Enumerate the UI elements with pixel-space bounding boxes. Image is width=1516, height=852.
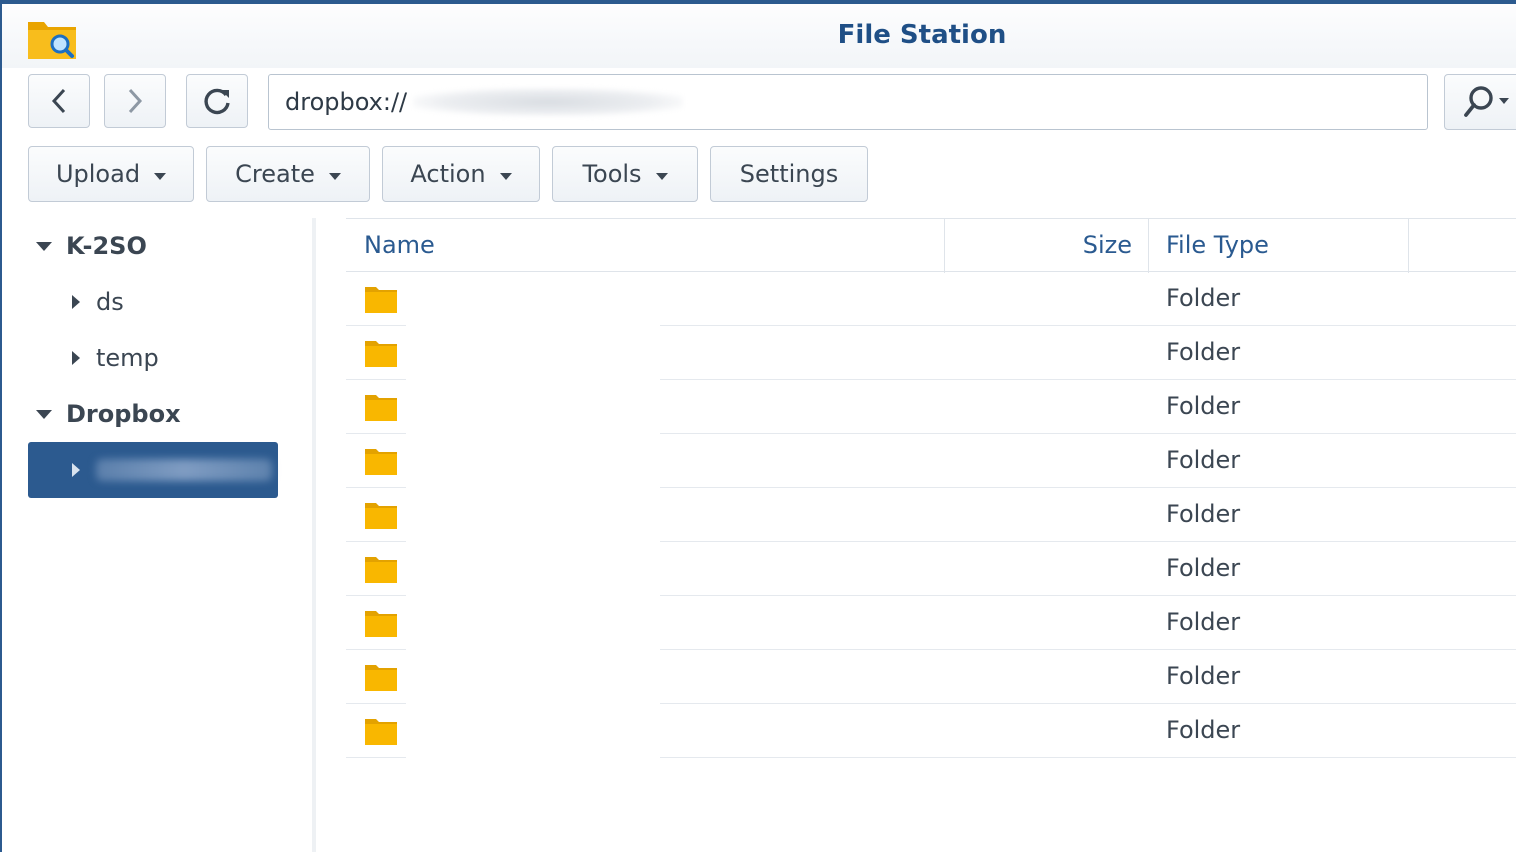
dropdown-caret-icon xyxy=(328,172,341,180)
redacted-account-label xyxy=(96,459,272,481)
tools-button[interactable]: Tools xyxy=(552,146,698,202)
column-header-file-type[interactable]: File Type xyxy=(1166,231,1269,259)
tree-node-dropbox-account[interactable] xyxy=(28,442,278,498)
redacted-file-name xyxy=(406,710,660,758)
file-list: Name Size File Type Folder Folder Folder Fo… xyxy=(346,218,1516,852)
file-type-cell: Folder xyxy=(1166,662,1241,690)
expand-triangle-icon[interactable] xyxy=(36,409,52,419)
column-divider[interactable] xyxy=(1148,219,1149,273)
table-row[interactable]: Folder xyxy=(346,380,1516,434)
folder-icon xyxy=(365,719,397,745)
file-type-cell: Folder xyxy=(1166,446,1241,474)
dropdown-caret-icon xyxy=(154,172,167,180)
file-type-cell: Folder xyxy=(1166,500,1241,528)
window-title: File Station xyxy=(837,20,1007,50)
tools-label: Tools xyxy=(582,160,642,188)
folder-icon xyxy=(365,503,397,529)
collapsed-triangle-icon[interactable] xyxy=(72,351,80,365)
file-type-cell: Folder xyxy=(1166,554,1241,582)
title-bar: File Station xyxy=(2,4,1516,68)
redacted-file-name xyxy=(406,440,660,488)
folder-icon xyxy=(365,611,397,637)
table-row[interactable]: Folder xyxy=(346,434,1516,488)
redacted-file-name xyxy=(406,278,660,326)
action-button[interactable]: Action xyxy=(382,146,540,202)
dropdown-caret-icon xyxy=(499,172,512,180)
folder-icon xyxy=(365,557,397,583)
file-list-header: Name Size File Type xyxy=(346,218,1516,273)
redacted-file-name xyxy=(406,332,660,380)
table-row[interactable]: Folder xyxy=(346,596,1516,650)
address-path: dropbox:// xyxy=(285,88,408,116)
chevron-left-icon xyxy=(51,88,66,114)
file-type-cell: Folder xyxy=(1166,608,1241,636)
column-divider[interactable] xyxy=(944,219,945,273)
sidebar-tree: K-2SO ds temp Dropbox xyxy=(2,218,312,852)
file-type-cell: Folder xyxy=(1166,716,1241,744)
back-button[interactable] xyxy=(28,74,90,128)
table-row[interactable]: Folder xyxy=(346,488,1516,542)
tree-node-temp[interactable]: temp xyxy=(2,330,292,386)
redacted-account xyxy=(413,88,684,116)
file-type-cell: Folder xyxy=(1166,392,1241,420)
column-header-name[interactable]: Name xyxy=(364,231,435,259)
search-button[interactable] xyxy=(1444,74,1516,130)
create-button[interactable]: Create xyxy=(206,146,370,202)
collapsed-triangle-icon[interactable] xyxy=(72,463,80,477)
table-row[interactable]: Folder xyxy=(346,326,1516,380)
upload-button[interactable]: Upload xyxy=(28,146,194,202)
folder-icon xyxy=(365,665,397,691)
table-row[interactable]: Folder xyxy=(346,542,1516,596)
tree-node-label: ds xyxy=(96,288,124,316)
refresh-button[interactable] xyxy=(186,74,248,128)
folder-icon xyxy=(365,287,397,313)
dropdown-caret-icon xyxy=(655,172,668,180)
redacted-file-name xyxy=(406,494,660,542)
tree-node-k2so[interactable]: K-2SO xyxy=(2,218,292,274)
tree-node-label: K-2SO xyxy=(66,232,147,260)
folder-icon xyxy=(365,341,397,367)
create-label: Create xyxy=(235,160,315,188)
tree-node-label: temp xyxy=(96,344,159,372)
tree-node-dropbox[interactable]: Dropbox xyxy=(2,386,292,442)
column-divider[interactable] xyxy=(1408,219,1409,273)
tree-node-label: Dropbox xyxy=(66,400,181,428)
tree-node-ds[interactable]: ds xyxy=(2,274,292,330)
redacted-file-name xyxy=(406,602,660,650)
settings-button[interactable]: Settings xyxy=(710,146,868,202)
chevron-right-icon xyxy=(128,88,143,114)
redacted-file-name xyxy=(406,548,660,596)
search-icon xyxy=(1464,86,1509,117)
column-header-size[interactable]: Size xyxy=(946,231,1132,259)
table-row[interactable]: Folder xyxy=(346,650,1516,704)
folder-icon xyxy=(365,395,397,421)
file-type-cell: Folder xyxy=(1166,284,1241,312)
refresh-icon xyxy=(204,88,230,115)
collapsed-triangle-icon[interactable] xyxy=(72,295,80,309)
folder-icon xyxy=(365,449,397,475)
forward-button[interactable] xyxy=(104,74,166,128)
table-row[interactable]: Folder xyxy=(346,272,1516,326)
settings-label: Settings xyxy=(739,160,839,188)
file-station-window: File Station dropbox:// Upload Create Ac… xyxy=(0,0,1516,852)
sidebar-splitter[interactable] xyxy=(312,218,316,852)
expand-triangle-icon[interactable] xyxy=(36,241,52,251)
action-label: Action xyxy=(410,160,486,188)
redacted-file-name xyxy=(406,656,660,704)
file-type-cell: Folder xyxy=(1166,338,1241,366)
upload-label: Upload xyxy=(55,160,141,188)
table-row[interactable]: Folder xyxy=(346,704,1516,758)
address-bar[interactable]: dropbox:// xyxy=(268,74,1428,130)
redacted-file-name xyxy=(406,386,660,434)
